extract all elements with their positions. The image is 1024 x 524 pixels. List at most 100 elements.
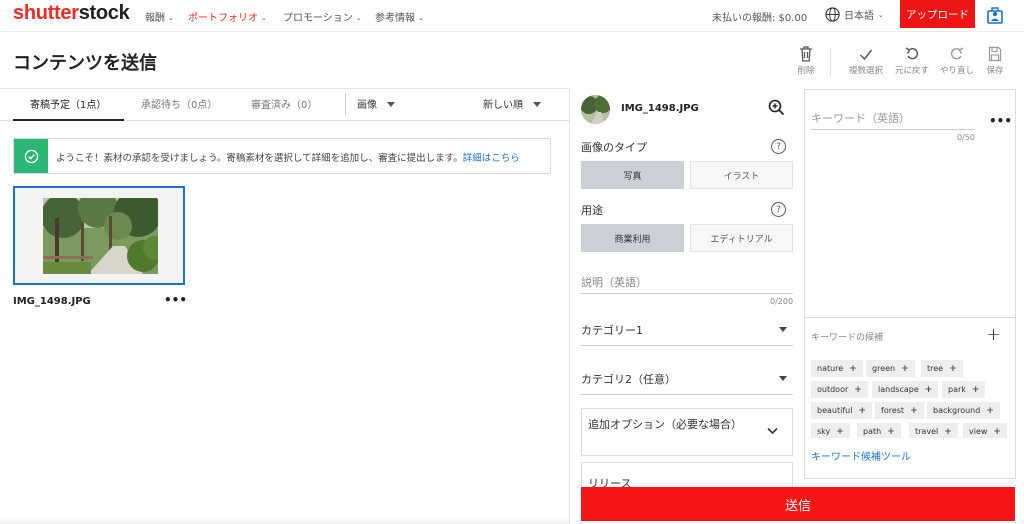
plus-icon: +: [849, 363, 857, 374]
asset-details-panel: IMG_1498.JPG 画像のタイプ ? 写真 イラスト 用途 ? 商業利用 …: [570, 89, 804, 524]
chevron-down-icon: ⌄: [878, 10, 884, 19]
keywords-underline: [811, 129, 975, 130]
nav-resources[interactable]: 参考情報 ⌄: [375, 9, 424, 24]
description-input[interactable]: 説明（英語）: [581, 274, 647, 290]
keyword-tag[interactable]: nature +: [811, 360, 863, 377]
multi-select-button[interactable]: 複数選択: [846, 46, 886, 76]
top-navigation: shutterstock 報酬 ⌄ ポートフォリオ ⌄ プロモーション ⌄ 参考情報 ⌄…: [0, 0, 1024, 32]
plus-icon: +: [858, 405, 866, 416]
page-title: コンテンツを送信: [13, 53, 157, 74]
plus-icon: +: [944, 426, 952, 437]
chevron-down-icon: ⌄: [355, 14, 362, 22]
caret-down-icon: [387, 102, 395, 107]
help-icon[interactable]: ?: [771, 202, 786, 217]
keywords-panel: キーワード（英語） 0/50 ••• キーワードの候補 + nature + gr…: [804, 89, 1016, 479]
nav-promotion[interactable]: プロモーション ⌄: [283, 9, 362, 24]
asset-photo: [43, 198, 158, 274]
plus-icon: +: [971, 384, 980, 395]
keywords-counter: 0/50: [957, 133, 975, 142]
keyword-tag[interactable]: forest +: [875, 402, 924, 419]
keyword-tag[interactable]: view +: [963, 423, 1007, 438]
asset-preview-avatar: [581, 95, 610, 124]
check-circle-icon: [24, 149, 38, 163]
redo-button[interactable]: やり直し: [937, 46, 977, 76]
banner-message: ようこそ！素材の承認を受けましょう。寄稿素材を選択して詳細を追加し、審査に提出し…: [56, 153, 463, 164]
keyword-tag[interactable]: travel +: [909, 423, 958, 438]
banner-icon-box: [14, 139, 48, 173]
caret-down-icon: [779, 376, 787, 381]
shutterstock-logo[interactable]: shutterstock: [13, 2, 130, 25]
user-menu[interactable]: [986, 5, 1004, 25]
usage-commercial[interactable]: 商業利用: [581, 224, 684, 252]
description-counter: 0/200: [770, 297, 794, 306]
help-icon[interactable]: ?: [771, 139, 786, 154]
undo-button[interactable]: 元に戻す: [892, 46, 932, 76]
keyword-suggestion-list: nature + green + tree + outdoor + landscape +…: [811, 360, 1011, 438]
details-filename: IMG_1498.JPG: [621, 103, 699, 114]
zoom-in-icon: [768, 99, 785, 116]
chevron-down-icon: ⌄: [418, 14, 424, 22]
keyword-tag[interactable]: outdoor +: [811, 381, 868, 398]
keyword-tag[interactable]: beautiful +: [811, 402, 872, 419]
plus-icon: +: [993, 426, 1001, 437]
tab-pending[interactable]: 承認待ち（0点）: [141, 96, 217, 111]
keyword-tag[interactable]: sky +: [811, 423, 850, 438]
keyword-suggestion-tool-link[interactable]: キーワード候補ツール: [811, 448, 911, 463]
plus-icon: +: [901, 363, 909, 374]
category1-select[interactable]: カテゴリー1: [581, 322, 793, 338]
user-icon: [987, 7, 1003, 24]
category2-underline: [581, 394, 793, 395]
chevron-down-icon: ⌄: [261, 14, 267, 22]
keywords-more-button[interactable]: •••: [989, 114, 1012, 128]
usage-editorial[interactable]: エディトリアル: [690, 224, 793, 252]
keyword-tag[interactable]: park +: [942, 381, 986, 398]
save-button[interactable]: 保存: [975, 46, 1015, 76]
keywords-input[interactable]: キーワード（英語）: [811, 110, 910, 126]
media-type-filter[interactable]: 画像: [357, 96, 395, 111]
nav-portfolio[interactable]: ポートフォリオ ⌄: [188, 9, 267, 24]
asset-filename: IMG_1498.JPG: [13, 296, 91, 307]
tab-reviewed[interactable]: 審査済み（0）: [251, 96, 317, 111]
asset-thumbnail-card[interactable]: [13, 186, 185, 285]
plus-icon: +: [854, 384, 862, 395]
keyword-tag[interactable]: background +: [927, 402, 1000, 419]
plus-icon: +: [887, 426, 895, 437]
bottom-shadow: [0, 516, 570, 524]
keyword-tag[interactable]: green +: [866, 360, 915, 377]
trash-icon: [800, 46, 812, 62]
plus-icon: +: [949, 363, 957, 374]
keyword-suggestions-title: キーワードの候補: [811, 333, 884, 343]
welcome-banner: ようこそ！素材の承認を受けましょう。寄稿素材を選択して詳細を追加し、審査に提出し…: [13, 138, 551, 174]
tab-to-submit[interactable]: 寄稿予定（1点）: [30, 96, 106, 111]
language-selector[interactable]: 日本語 ⌄: [825, 7, 884, 22]
sort-dropdown[interactable]: 新しい順: [483, 96, 541, 111]
tabs-divider: [345, 93, 346, 115]
toolbar-divider: [830, 48, 831, 76]
extra-options-accordion[interactable]: 追加オプション（必要な場合）: [581, 408, 793, 456]
floppy-disk-icon: [988, 46, 1002, 62]
chevron-down-icon: ⌄: [168, 14, 174, 22]
zoom-button[interactable]: [768, 99, 785, 120]
asset-more-button[interactable]: •••: [164, 293, 187, 307]
keyword-tag[interactable]: tree +: [921, 360, 963, 377]
category2-select[interactable]: カテゴリ2（任意）: [581, 371, 793, 387]
add-all-suggestions-button[interactable]: +: [986, 324, 1001, 345]
keyword-tag[interactable]: path +: [857, 423, 901, 438]
redo-icon: [950, 47, 964, 60]
image-type-photo[interactable]: 写真: [581, 161, 684, 189]
undo-icon: [905, 47, 919, 60]
caret-down-icon: [533, 102, 541, 107]
nav-earnings[interactable]: 報酬 ⌄: [145, 9, 174, 24]
delete-button[interactable]: 削除: [786, 46, 826, 76]
image-type-illustration[interactable]: イラスト: [690, 161, 793, 189]
submit-button[interactable]: 送信: [581, 487, 1015, 521]
plus-icon: +: [836, 426, 844, 437]
category1-underline: [581, 345, 793, 346]
description-underline: [581, 293, 793, 294]
image-type-label: 画像のタイプ: [581, 141, 647, 154]
keyword-tag[interactable]: landscape +: [872, 381, 939, 398]
learn-more-link[interactable]: 詳細はこちら: [463, 153, 520, 164]
plus-icon: +: [910, 405, 918, 416]
active-tab-indicator: [13, 119, 124, 121]
upload-button[interactable]: アップロード: [900, 0, 975, 28]
